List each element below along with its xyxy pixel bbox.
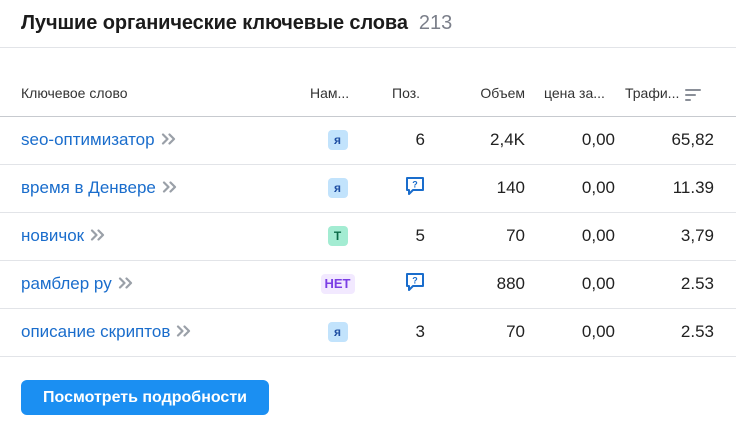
- keyword-link[interactable]: новичок: [21, 226, 84, 245]
- position-value: 3: [415, 322, 425, 341]
- traffic-cell: 65,82: [615, 116, 736, 165]
- volume-cell: 2,4K: [425, 116, 525, 165]
- volume-cell: 140: [425, 164, 525, 213]
- table-row: новичок Т 5 70 0,00 3,79: [0, 212, 736, 261]
- position-cell: ?: [375, 260, 425, 309]
- cpc-cell: 0,00: [525, 260, 615, 309]
- intent-badge: Т: [327, 226, 348, 247]
- svg-text:?: ?: [412, 275, 418, 285]
- keyword-link[interactable]: время в Денвере: [21, 178, 156, 197]
- table-row: описание скриптов я 3 70 0,00 2.53: [0, 308, 736, 357]
- keyword-cell: рамблер ру: [0, 260, 300, 309]
- double-chevron-right-icon[interactable]: [118, 274, 134, 294]
- double-chevron-right-icon[interactable]: [161, 130, 177, 150]
- column-header-keyword[interactable]: Ключевое слово: [0, 71, 300, 117]
- intent-cell: я: [300, 116, 375, 165]
- keyword-link[interactable]: рамблер ру: [21, 274, 112, 293]
- volume-cell: 70: [425, 212, 525, 261]
- column-header-traffic-label: Трафи...: [625, 85, 680, 102]
- widget-title: Лучшие органические ключевые слова: [21, 12, 408, 34]
- keyword-link[interactable]: описание скриптов: [21, 322, 170, 341]
- keyword-count: 213: [418, 12, 453, 34]
- position-value: 5: [415, 226, 425, 245]
- intent-badge: я: [327, 322, 348, 343]
- traffic-cell: 2.53: [615, 308, 736, 357]
- cpc-cell: 0,00: [525, 164, 615, 213]
- intent-cell: я: [300, 164, 375, 213]
- cpc-cell: 0,00: [525, 116, 615, 165]
- keyword-cell: время в Денвере: [0, 164, 300, 213]
- svg-text:?: ?: [412, 179, 418, 189]
- position-cell: ?: [375, 164, 425, 213]
- keywords-table: Ключевое слово Нам... Поз. Объем цена за…: [0, 71, 736, 357]
- traffic-cell: 3,79: [615, 212, 736, 261]
- serp-feature-icon[interactable]: ?: [405, 176, 425, 201]
- sort-descending-icon[interactable]: [685, 88, 702, 101]
- position-cell: 6: [375, 116, 425, 165]
- widget-header: Лучшие органические ключевые слова 213: [0, 0, 736, 48]
- intent-cell: Т: [300, 212, 375, 261]
- table-row: seo-оптимизатор я 6 2,4K 0,00 65,82: [0, 116, 736, 165]
- intent-badge: я: [327, 130, 348, 151]
- table-header-row: Ключевое слово Нам... Поз. Объем цена за…: [0, 71, 736, 117]
- keyword-cell: новичок: [0, 212, 300, 261]
- table-row: рамблер ру НЕТ? 880 0,00 2.53: [0, 260, 736, 309]
- volume-cell: 70: [425, 308, 525, 357]
- view-details-button[interactable]: Посмотреть подробности: [21, 380, 269, 415]
- column-header-traffic[interactable]: Трафи...: [615, 71, 736, 117]
- position-cell: 3: [375, 308, 425, 357]
- double-chevron-right-icon[interactable]: [90, 226, 106, 246]
- column-header-cpc[interactable]: цена за...: [525, 71, 615, 117]
- intent-badge: НЕТ: [320, 274, 355, 295]
- intent-badge: я: [327, 178, 348, 199]
- volume-cell: 880: [425, 260, 525, 309]
- cpc-cell: 0,00: [525, 212, 615, 261]
- double-chevron-right-icon[interactable]: [176, 322, 192, 342]
- keyword-cell: описание скриптов: [0, 308, 300, 357]
- traffic-cell: 11.39: [615, 164, 736, 213]
- column-header-volume[interactable]: Объем: [425, 71, 525, 117]
- intent-cell: я: [300, 308, 375, 357]
- position-cell: 5: [375, 212, 425, 261]
- position-value: 6: [415, 130, 425, 149]
- serp-feature-icon[interactable]: ?: [405, 272, 425, 297]
- intent-cell: НЕТ: [300, 260, 375, 309]
- double-chevron-right-icon[interactable]: [162, 178, 178, 198]
- organic-keywords-widget: Лучшие органические ключевые слова 213 К…: [0, 0, 736, 432]
- column-header-intent[interactable]: Нам...: [300, 71, 375, 117]
- column-header-position[interactable]: Поз.: [375, 71, 425, 117]
- traffic-cell: 2.53: [615, 260, 736, 309]
- keyword-link[interactable]: seo-оптимизатор: [21, 130, 155, 149]
- cpc-cell: 0,00: [525, 308, 615, 357]
- table-row: время в Денвере я? 140 0,00 11.39: [0, 164, 736, 213]
- keyword-cell: seo-оптимизатор: [0, 116, 300, 165]
